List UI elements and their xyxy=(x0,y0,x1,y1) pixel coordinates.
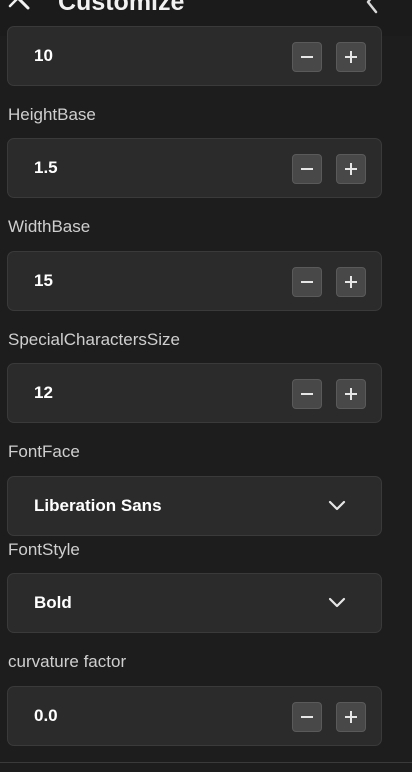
decrement-button[interactable] xyxy=(292,42,322,72)
increment-button[interactable] xyxy=(336,42,366,72)
special-characters-size-value[interactable]: 12 xyxy=(34,364,53,422)
font-style-value: Bold xyxy=(34,593,72,612)
font-face-label: FontFace xyxy=(8,442,80,461)
curvature-factor-label: curvature factor xyxy=(8,652,127,671)
top-numeric-value[interactable]: 10 xyxy=(34,27,53,85)
height-base-increment-button[interactable] xyxy=(336,154,366,184)
height-base-label: HeightBase xyxy=(8,105,96,124)
top-numeric-field: 10 xyxy=(7,26,382,86)
width-base-label: WidthBase xyxy=(8,217,91,236)
width-base-decrement-button[interactable] xyxy=(292,267,322,297)
curvature-factor-value[interactable]: 0.0 xyxy=(34,687,58,745)
height-base-value[interactable]: 1.5 xyxy=(34,139,58,197)
curvature-factor-decrement-button[interactable] xyxy=(292,702,322,732)
font-style-select[interactable]: Bold xyxy=(7,573,382,633)
special-characters-size-label: SpecialCharactersSize xyxy=(8,330,180,349)
font-face-select[interactable]: Liberation Sans xyxy=(7,476,382,536)
panel-title: Customize xyxy=(58,0,185,16)
curvature-factor-field: 0.0 xyxy=(7,686,382,746)
chevron-left-icon[interactable] xyxy=(360,0,384,14)
height-base-field: 1.5 xyxy=(7,138,382,198)
special-characters-size-field: 12 xyxy=(7,363,382,423)
curvature-factor-increment-button[interactable] xyxy=(336,702,366,732)
font-style-label: FontStyle xyxy=(8,540,80,559)
chevron-down-icon[interactable] xyxy=(328,595,346,616)
special-characters-size-increment-button[interactable] xyxy=(336,379,366,409)
width-base-increment-button[interactable] xyxy=(336,267,366,297)
customize-panel: Customize 10 HeightBase 1.5 WidthBase 15 xyxy=(0,0,412,772)
font-face-value: Liberation Sans xyxy=(34,496,162,515)
width-base-value[interactable]: 15 xyxy=(34,252,53,310)
height-base-decrement-button[interactable] xyxy=(292,154,322,184)
width-base-field: 15 xyxy=(7,251,382,311)
special-characters-size-decrement-button[interactable] xyxy=(292,379,322,409)
chevron-down-icon[interactable] xyxy=(328,498,346,519)
divider xyxy=(0,762,412,763)
magic-wand-icon xyxy=(6,0,36,16)
